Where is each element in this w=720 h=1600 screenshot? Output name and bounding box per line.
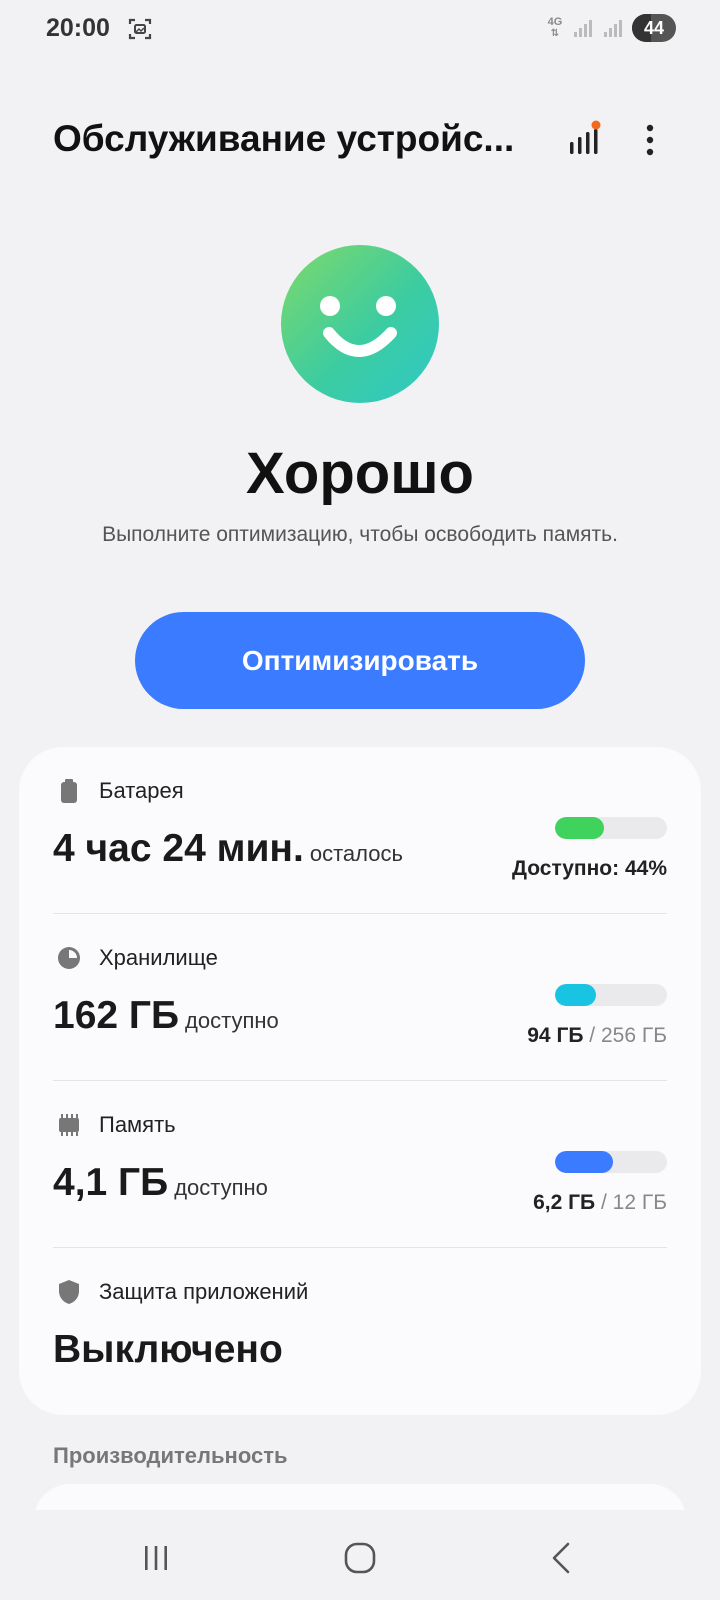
battery-time-value: 4 час 24 мин. <box>53 827 304 870</box>
maintenance-card: Батарея 4 час 24 мин. осталось Доступно: … <box>19 747 701 1415</box>
battery-label: Батарея <box>99 778 184 803</box>
storage-progress-bar <box>555 984 667 1006</box>
home-icon[interactable] <box>330 1528 390 1588</box>
memory-chip-icon <box>59 1114 79 1136</box>
memory-used: 6,2 ГБ <box>533 1191 596 1214</box>
navigation-bar <box>0 1510 720 1600</box>
battery-progress-fill <box>555 817 605 839</box>
battery-icon <box>61 779 77 803</box>
section-header-performance: Производительность <box>53 1443 288 1468</box>
storage-label: Хранилище <box>99 945 218 970</box>
storage-used: 94 ГБ <box>527 1024 584 1047</box>
app-bar: Обслуживание устройс... <box>0 100 720 180</box>
memory-available-suffix: доступно <box>174 1175 268 1200</box>
shield-icon <box>59 1280 79 1304</box>
memory-row[interactable]: Память 4,1 ГБ доступно 6,2 ГБ / 12 ГБ <box>19 1081 701 1248</box>
battery-icon: 44 <box>632 14 676 42</box>
performance-bars-icon[interactable] <box>565 120 605 160</box>
recent-apps-icon[interactable] <box>126 1528 186 1588</box>
status-bar: 20:00 4G ⇅ 44 <box>0 0 720 64</box>
storage-progress-fill <box>555 984 597 1006</box>
device-status-title: Хорошо <box>246 441 474 506</box>
optimize-button[interactable]: Оптимизировать <box>135 612 585 709</box>
device-status-description: Выполните оптимизацию, чтобы освободить … <box>102 523 618 546</box>
memory-label: Память <box>99 1112 176 1137</box>
storage-available-value: 162 ГБ <box>53 994 180 1037</box>
memory-progress-bar <box>555 1151 667 1173</box>
signal-icon <box>574 20 592 37</box>
smiley-status-icon <box>281 245 439 403</box>
pie-chart-icon <box>58 947 80 969</box>
storage-total: / 256 ГБ <box>589 1024 667 1047</box>
battery-time-suffix: осталось <box>309 841 403 866</box>
page-title: Обслуживание устройс... <box>53 118 515 159</box>
memory-available-value: 4,1 ГБ <box>53 1161 169 1204</box>
signal-icon <box>604 20 622 37</box>
battery-progress-bar <box>555 817 667 839</box>
status-time: 20:00 <box>46 14 110 42</box>
network-type: 4G ⇅ <box>547 16 563 40</box>
app-protection-status: Выключено <box>53 1328 283 1371</box>
screenshot-icon <box>128 18 152 40</box>
storage-row[interactable]: Хранилище 162 ГБ доступно 94 ГБ / 256 ГБ <box>19 914 701 1081</box>
app-protection-label: Защита приложений <box>99 1279 309 1304</box>
battery-row[interactable]: Батарея 4 час 24 мин. осталось Доступно: … <box>19 747 701 914</box>
memory-total: / 12 ГБ <box>600 1191 667 1214</box>
back-icon[interactable] <box>532 1528 592 1588</box>
more-options-icon[interactable] <box>630 120 670 160</box>
storage-available-suffix: доступно <box>185 1008 279 1033</box>
app-protection-row[interactable]: Защита приложений Выключено <box>19 1248 701 1415</box>
battery-available: Доступно: 44% <box>512 857 667 880</box>
memory-progress-fill <box>555 1151 614 1173</box>
